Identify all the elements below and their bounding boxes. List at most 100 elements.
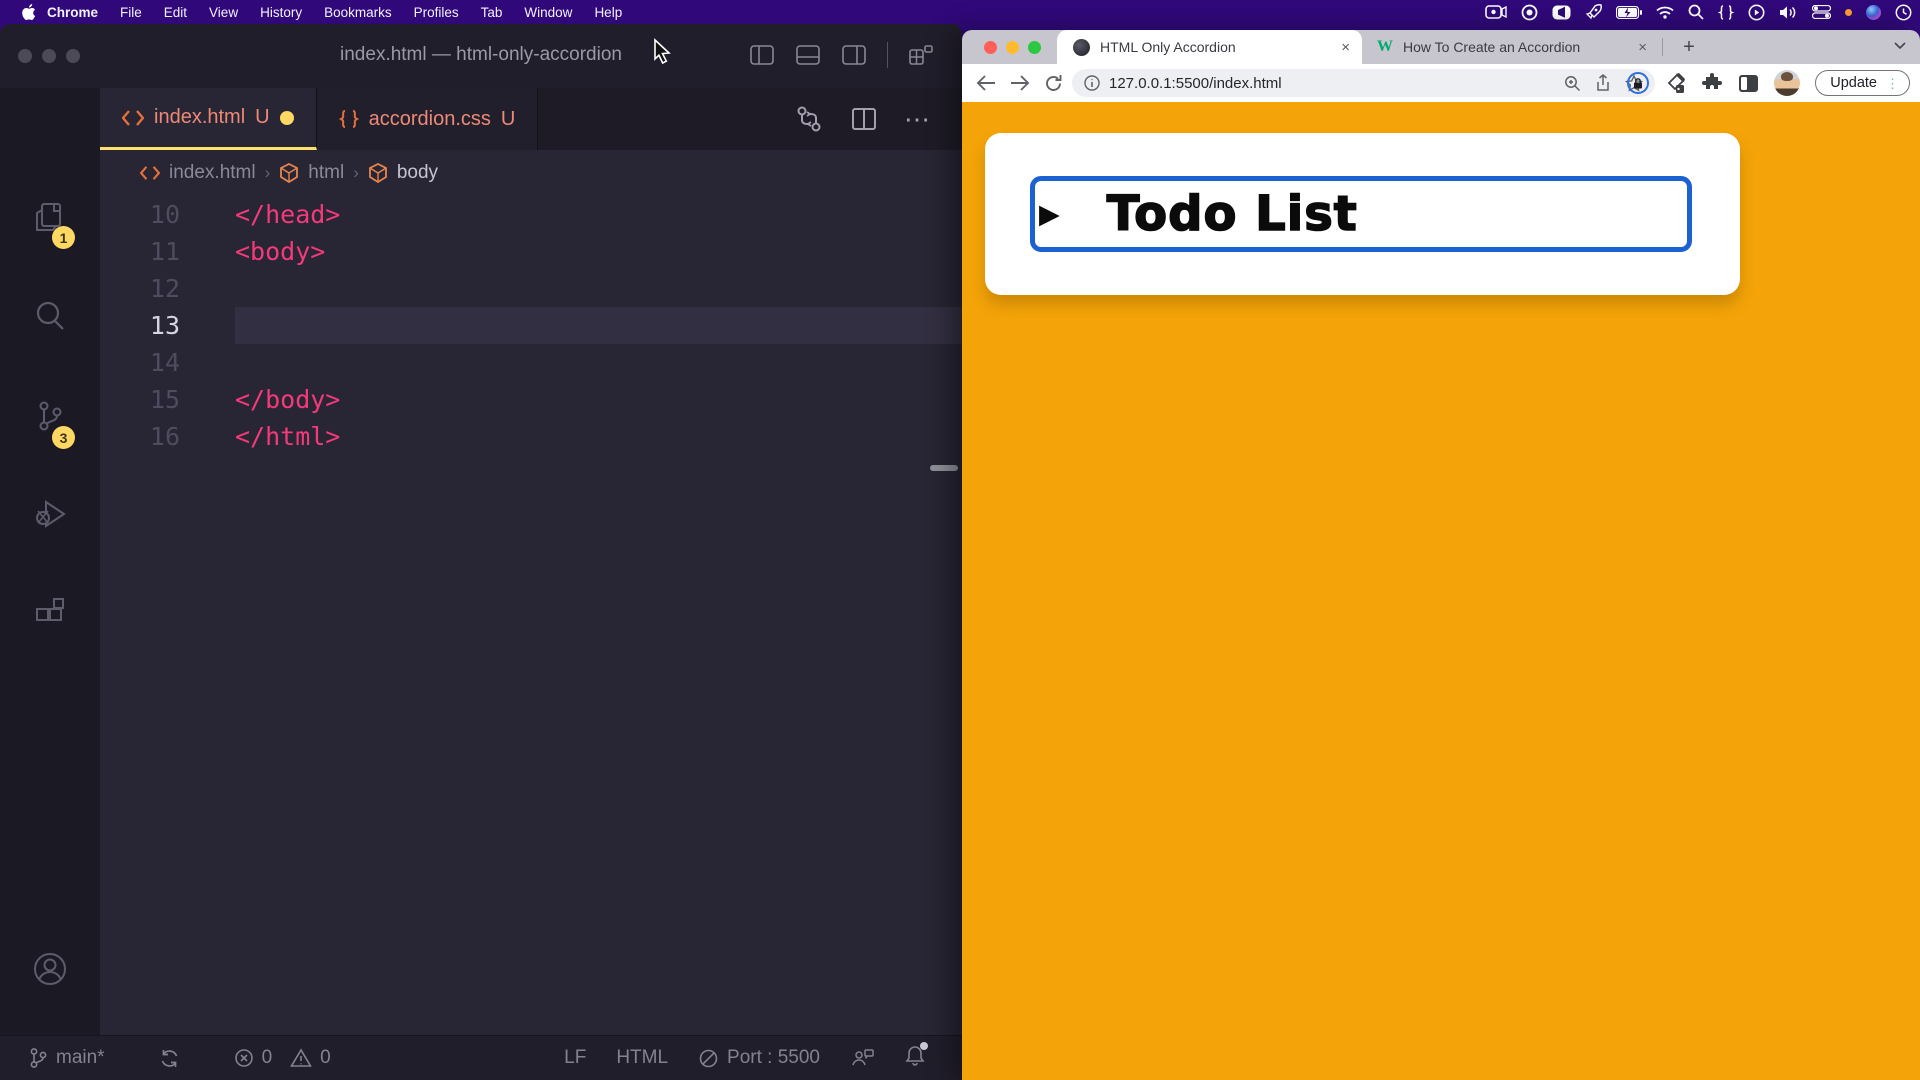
screen-capture-icon[interactable] (1485, 5, 1507, 19)
forward-icon[interactable] (1010, 74, 1030, 92)
new-tab-button[interactable]: + (1676, 34, 1702, 60)
language-mode[interactable]: HTML (616, 1047, 668, 1069)
breadcrumb-html[interactable]: html (308, 162, 344, 184)
code-line: 10</head> (100, 196, 962, 233)
menu-item-help[interactable]: Help (583, 5, 633, 20)
tab-accordion-css[interactable]: accordion.css U (317, 88, 539, 150)
url-text[interactable]: 127.0.0.1:5500/index.html (1109, 75, 1282, 92)
vscode-window: index.html — html-only-accordion 1 3 1 i… (0, 24, 962, 1080)
code-line: 12 (100, 270, 962, 307)
extensions-puzzle-icon[interactable] (1701, 72, 1723, 94)
side-panel-icon[interactable] (1738, 74, 1759, 93)
menu-item-view[interactable]: View (198, 5, 249, 20)
share-icon[interactable] (1595, 74, 1611, 92)
search-icon[interactable] (32, 298, 68, 334)
record-icon[interactable] (1521, 4, 1538, 21)
battery-icon (1616, 6, 1642, 19)
apple-menu-icon[interactable] (22, 4, 36, 20)
code-line: 16</html> (100, 418, 962, 455)
play-circle-icon[interactable] (1748, 4, 1765, 21)
menu-item-bookmarks[interactable]: Bookmarks (313, 5, 403, 20)
password-extension-icon[interactable] (1627, 72, 1649, 94)
menu-item-profiles[interactable]: Profiles (403, 5, 470, 20)
zoom-window-button[interactable] (1028, 41, 1041, 54)
menu-item-window[interactable]: Window (513, 5, 583, 20)
tab-index-html[interactable]: index.html U (100, 88, 317, 150)
line-code: </body> (235, 381, 962, 418)
colorpicker-extension-icon[interactable] (1664, 72, 1686, 94)
tab-how-to-create-accordion[interactable]: W How To Create an Accordion × (1362, 30, 1659, 64)
eol-indicator[interactable]: LF (564, 1047, 586, 1069)
chrome-window: HTML Only Accordion × W How To Create an… (962, 30, 1920, 1080)
open-changes-icon[interactable] (794, 104, 824, 134)
accordion-title: Todo List (1107, 186, 1358, 242)
details-marker-icon: ▶ (1039, 199, 1060, 230)
tab-git-status: U (255, 106, 269, 129)
close-tab-icon[interactable]: × (1341, 39, 1350, 56)
toggle-primary-sidebar-icon[interactable] (749, 42, 775, 68)
tab-html-only-accordion[interactable]: HTML Only Accordion × (1057, 30, 1362, 64)
menu-item-file[interactable]: File (109, 5, 153, 20)
close-window-button[interactable] (984, 41, 997, 54)
scrollbar-thumb[interactable] (930, 465, 958, 471)
breadcrumb-file[interactable]: index.html (169, 162, 256, 184)
line-number: 14 (100, 344, 180, 381)
toggle-panel-icon[interactable] (795, 42, 821, 68)
profile-avatar[interactable] (1774, 70, 1800, 96)
clock-icon[interactable] (1895, 4, 1912, 21)
minimize-window-button[interactable] (1006, 41, 1019, 54)
breadcrumb-body[interactable]: body (397, 162, 438, 184)
spotlight-search-icon[interactable] (1688, 4, 1704, 20)
menu-item-history[interactable]: History (249, 5, 313, 20)
more-actions-icon[interactable]: ⋯ (904, 104, 932, 135)
site-info-icon[interactable] (1084, 75, 1100, 91)
customize-layout-icon[interactable] (908, 42, 934, 68)
vscode-editor-area: index.html U accordion.css U ⋯ index.htm… (100, 88, 962, 1035)
warnings-icon (290, 1048, 312, 1068)
run-debug-icon[interactable] (32, 496, 68, 532)
menu-item-edit[interactable]: Edit (153, 5, 198, 20)
split-editor-icon[interactable] (850, 105, 878, 133)
unsaved-dot-icon[interactable] (280, 111, 294, 125)
back-icon[interactable] (976, 74, 996, 92)
html-file-icon (140, 165, 160, 181)
camera-icon[interactable] (1552, 5, 1571, 20)
address-bar[interactable]: 127.0.0.1:5500/index.html (1072, 69, 1655, 97)
update-chrome-button[interactable]: Update ⋮ (1815, 70, 1910, 96)
live-server-port[interactable]: Port : 5500 (698, 1047, 820, 1069)
vscode-status-bar: main* 0 0 LF HTML Port : 5500 (0, 1035, 962, 1080)
volume-icon[interactable] (1779, 5, 1798, 20)
code-editor[interactable]: 10</head> 11<body> 12 13 14 15</body> 16… (100, 196, 962, 1035)
tab-git-status: U (501, 108, 515, 131)
git-branch-item[interactable]: main* (28, 1047, 105, 1069)
line-number: 16 (100, 418, 180, 455)
accounts-icon[interactable] (31, 950, 69, 988)
page-favicon (1073, 39, 1090, 56)
chrome-traffic-lights[interactable] (984, 41, 1041, 54)
chrome-toolbar: 127.0.0.1:5500/index.html Update ⋮ (962, 64, 1920, 102)
braces-icon[interactable] (1718, 5, 1734, 20)
zoom-icon[interactable] (1564, 75, 1581, 92)
rocket-icon[interactable] (1585, 4, 1602, 21)
extensions-icon[interactable] (32, 594, 68, 630)
control-center-icon[interactable] (1812, 5, 1831, 19)
problems-item[interactable]: 0 0 (234, 1047, 331, 1069)
w3schools-favicon: W (1376, 38, 1394, 56)
feedback-icon[interactable] (850, 1047, 874, 1069)
menu-item-chrome[interactable]: Chrome (36, 5, 109, 20)
tab-search-chevron-icon[interactable] (1894, 42, 1906, 50)
breadcrumb[interactable]: index.html › html › body (100, 150, 962, 196)
close-tab-icon[interactable]: × (1638, 39, 1647, 56)
siri-icon[interactable] (1866, 5, 1881, 20)
toggle-secondary-sidebar-icon[interactable] (841, 42, 867, 68)
browser-viewport: ▶ Todo List (962, 102, 1920, 1080)
explorer-badge: 1 (52, 226, 75, 249)
sync-icon[interactable] (159, 1048, 180, 1069)
chrome-tab-strip: HTML Only Accordion × W How To Create an… (962, 30, 1920, 64)
wifi-icon[interactable] (1656, 6, 1674, 19)
vscode-titlebar[interactable]: index.html — html-only-accordion (0, 24, 962, 88)
breadcrumb-separator: › (353, 163, 359, 183)
accordion-summary[interactable]: ▶ Todo List (1030, 176, 1692, 252)
menu-item-tab[interactable]: Tab (470, 5, 514, 20)
reload-icon[interactable] (1044, 74, 1063, 93)
